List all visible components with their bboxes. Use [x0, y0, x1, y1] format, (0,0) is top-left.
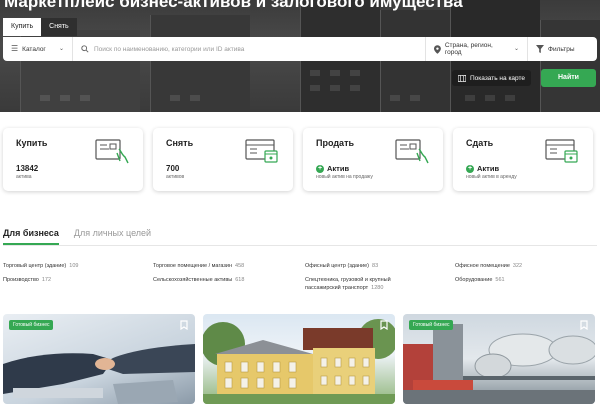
search-input[interactable]: Поиск по наименованию, категории или ID … [73, 37, 425, 61]
page-headline: Маркетплейс бизнес-активов и залогового … [4, 0, 463, 11]
category-count: 322 [512, 263, 523, 269]
card-subtitle: новый актив на продажу [316, 174, 373, 180]
search-icon [81, 45, 89, 53]
tab-buy[interactable]: Купить [3, 18, 42, 36]
search-placeholder: Поиск по наименованию, категории или ID … [94, 45, 245, 53]
tab-rent[interactable]: Снять [41, 18, 77, 36]
filters-button[interactable]: Фильтры [527, 37, 597, 61]
tab-for-business[interactable]: Для бизнеса [3, 228, 59, 245]
category-link[interactable]: Офисное помещение 322 [455, 262, 522, 270]
ready-business-badge: Готовый бизнес [409, 320, 454, 330]
building-photo [203, 319, 395, 404]
category-label: Торговый центр (здание) [3, 263, 67, 269]
add-asset-action[interactable]: + Актив [466, 164, 499, 173]
location-pin-icon [434, 44, 441, 54]
deal-type-tabs: Купить Снять [3, 18, 77, 36]
category-count: 561 [495, 277, 505, 283]
menu-icon: ☰ [11, 44, 19, 53]
category-link[interactable]: Сельскохозяйственные активы 618 [153, 276, 244, 284]
action-cards: Купить 13842 актива Снять 700 активов Пр… [3, 128, 597, 191]
map-icon [458, 74, 466, 82]
category-label: Оборудование [455, 277, 493, 283]
category-link[interactable]: Офисный центр (здание) 83 [305, 262, 378, 270]
category-link[interactable]: Торговое помещение / магазин 458 [153, 262, 244, 270]
card-count: 13842 [16, 164, 39, 173]
divider [3, 245, 597, 246]
action-label: Актив [477, 164, 500, 173]
sell-illustration-icon [395, 139, 429, 164]
category-count: 83 [372, 263, 379, 269]
category-label: Офисный центр (здание) [305, 263, 370, 269]
card-subtitle: активов [166, 174, 185, 180]
category-count: 458 [235, 263, 245, 269]
card-subtitle: актива [16, 174, 32, 180]
show-on-map-button[interactable]: Показать на карте [452, 70, 532, 86]
add-asset-action[interactable]: + Актив [316, 164, 349, 173]
plus-icon: + [316, 164, 324, 173]
filter-icon [536, 45, 544, 53]
category-link[interactable]: Спецтехника, грузовой и крупный пассажир… [305, 276, 415, 292]
bookmark-icon[interactable] [579, 320, 589, 330]
chevron-down-icon: ⌄ [58, 46, 64, 52]
rent-illustration-icon [245, 139, 278, 163]
bookmark-icon[interactable] [379, 320, 389, 330]
location-selector[interactable]: Страна, регион, город ⌄ [425, 37, 527, 61]
listing-cards: Готовый бизнес Готовый бизнес [3, 314, 595, 404]
find-button[interactable]: Найти [541, 69, 596, 87]
show-on-map-label: Показать на карте [470, 74, 526, 82]
category-count: 1280 [371, 285, 384, 291]
category-link[interactable]: Производство 172 [3, 276, 51, 284]
location-label: Страна, регион, город [444, 42, 493, 56]
listing-card[interactable] [203, 314, 395, 404]
filters-label: Фильтры [548, 45, 575, 53]
plus-icon: + [466, 164, 474, 173]
category-count: 172 [41, 277, 52, 283]
bookmark-icon[interactable] [179, 320, 189, 330]
buy-illustration-icon [95, 139, 129, 164]
category-link[interactable]: Торговый центр (здание) 109 [3, 262, 78, 270]
action-label: Актив [327, 164, 350, 173]
catalog-label: Каталог [22, 45, 46, 53]
category-label: Офисное помещение [455, 263, 510, 269]
chevron-down-icon: ⌄ [513, 46, 519, 52]
category-label: Торговое помещение / магазин [153, 263, 233, 269]
card-count: 700 [166, 164, 180, 173]
card-subtitle: новый актив в аренду [466, 174, 517, 180]
card-buy[interactable]: Купить 13842 актива [3, 128, 143, 191]
listing-card[interactable]: Готовый бизнес [403, 314, 595, 404]
search-bar: ☰ Каталог ⌄ Поиск по наименованию, катег… [3, 37, 597, 61]
category-link[interactable]: Оборудование 561 [455, 276, 505, 284]
card-lease[interactable]: Сдать + Актив новый актив в аренду [453, 128, 593, 191]
catalog-dropdown[interactable]: ☰ Каталог ⌄ [3, 37, 73, 61]
card-sell[interactable]: Продать + Актив новый актив на продажу [303, 128, 443, 191]
tab-for-personal[interactable]: Для личных целей [74, 228, 151, 245]
category-label: Сельскохозяйственные активы [153, 277, 233, 283]
lease-illustration-icon [545, 139, 578, 163]
category-label: Производство [3, 277, 39, 283]
segment-tabs: Для бизнеса Для личных целей [3, 228, 151, 245]
card-rent[interactable]: Снять 700 активов [153, 128, 293, 191]
listing-card[interactable]: Готовый бизнес [3, 314, 195, 404]
category-count: 618 [235, 277, 245, 283]
ready-business-badge: Готовый бизнес [9, 320, 54, 330]
category-count: 109 [69, 263, 79, 269]
